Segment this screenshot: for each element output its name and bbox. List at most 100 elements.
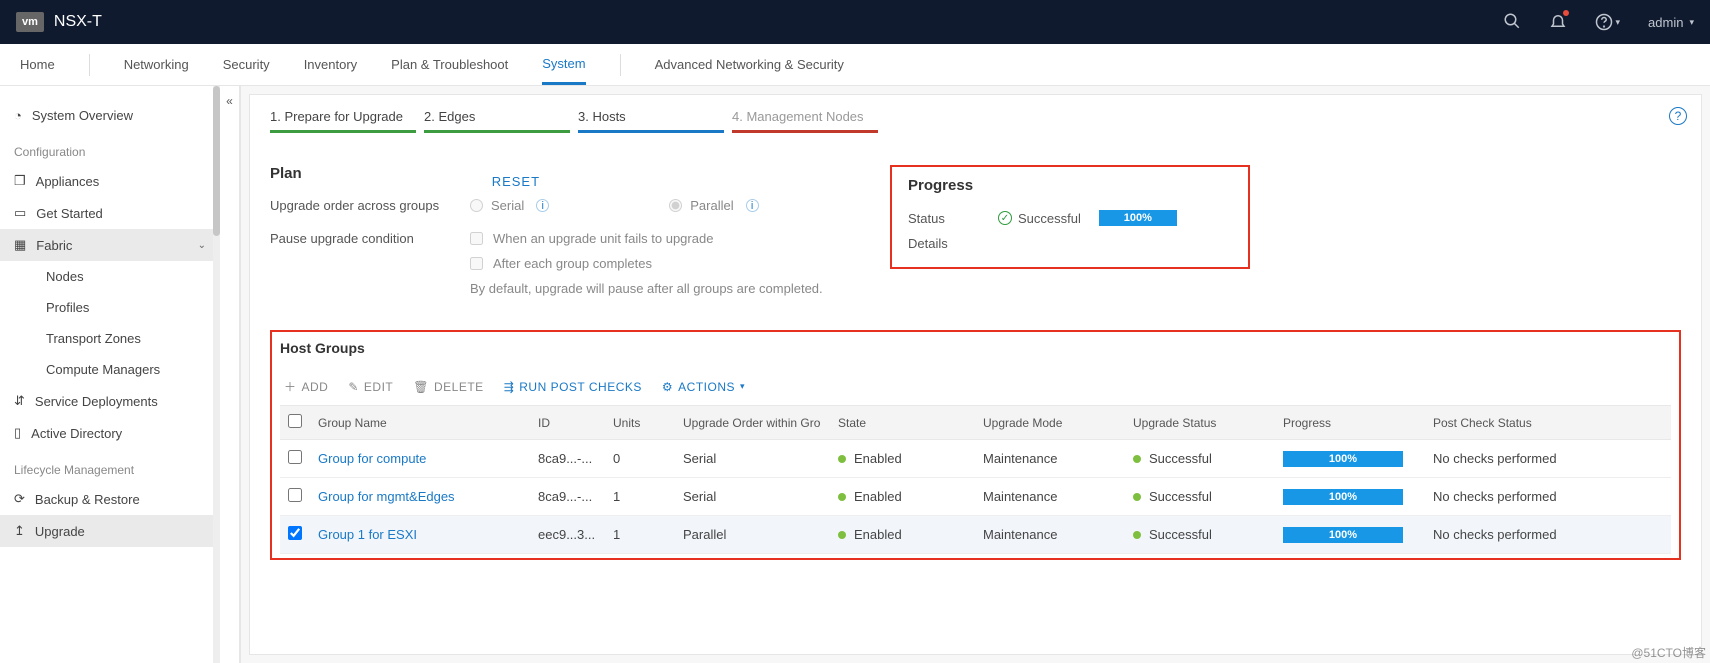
radio-parallel[interactable]: Parallel i <box>669 198 758 213</box>
cell-id: 8ca9...-... <box>530 478 605 516</box>
sidebar-item-label: Profiles <box>46 300 89 315</box>
sidebar-item-label: Nodes <box>46 269 84 284</box>
cell-progress: 100% <box>1275 440 1425 478</box>
run-post-checks-button[interactable]: ⇶RUN POST CHECKS <box>504 380 642 394</box>
col-upgrade-status: Upgrade Status <box>1125 406 1275 440</box>
table-row[interactable]: Group for mgmt&Edges8ca9...-...1SerialEn… <box>280 478 1671 516</box>
checkbox-unit-fails[interactable]: When an upgrade unit fails to upgrade <box>470 231 823 246</box>
details-label: Details <box>908 236 998 251</box>
status-dot-icon <box>1133 531 1141 539</box>
actions-menu[interactable]: ⚙ACTIONS▾ <box>662 380 745 394</box>
reset-button[interactable]: RESET <box>492 174 540 189</box>
plan-title: Plan <box>270 165 302 182</box>
cell-mode: Maintenance <box>975 516 1125 554</box>
sidebar-item-appliances[interactable]: ❒ Appliances <box>0 165 220 197</box>
top-bar: vm NSX-T ▾ admin ▾ <box>0 0 1710 44</box>
select-all-checkbox[interactable] <box>288 414 302 428</box>
cell-units: 1 <box>605 516 675 554</box>
tab-system[interactable]: System <box>542 45 585 85</box>
cell-units: 1 <box>605 478 675 516</box>
progress-title: Progress <box>908 177 1232 194</box>
sidebar-scrollbar-thumb[interactable] <box>213 86 220 236</box>
cell-upgrade-status: Successful <box>1125 478 1275 516</box>
sidebar-item-get-started[interactable]: ▭ Get Started <box>0 197 220 229</box>
radio-label: Parallel <box>690 198 733 213</box>
cell-group-name[interactable]: Group for compute <box>310 440 530 478</box>
plan-section: Plan RESET Upgrade order across groups S… <box>270 165 880 314</box>
sidebar-item-transport-zones[interactable]: Transport Zones <box>0 323 220 354</box>
tab-networking[interactable]: Networking <box>124 46 189 83</box>
sidebar-item-label: System Overview <box>32 108 133 123</box>
check-icon: ⇶ <box>504 380 515 394</box>
status-dot-icon <box>838 493 846 501</box>
upgrade-icon: ↥ <box>14 523 25 539</box>
cell-state: Enabled <box>830 440 975 478</box>
host-groups-toolbar: ＋ADD ✎EDIT 🗑DELETE ⇶RUN POST CHECKS ⚙ACT… <box>280 372 1671 405</box>
row-checkbox[interactable] <box>288 450 302 464</box>
cell-upgrade-status: Successful <box>1125 440 1275 478</box>
cell-group-name[interactable]: Group 1 for ESXI <box>310 516 530 554</box>
checkbox-label: When an upgrade unit fails to upgrade <box>493 231 713 246</box>
tab-home[interactable]: Home <box>20 46 55 83</box>
cell-post-check: No checks performed <box>1425 440 1671 478</box>
col-group-name: Group Name <box>310 406 530 440</box>
trash-icon: 🗑 <box>413 380 429 394</box>
sidebar-item-compute-managers[interactable]: Compute Managers <box>0 354 220 385</box>
radio-serial[interactable]: Seriali <box>470 198 549 213</box>
row-checkbox[interactable] <box>288 526 302 540</box>
table-row[interactable]: Group for compute8ca9...-...0SerialEnabl… <box>280 440 1671 478</box>
cell-state: Enabled <box>830 478 975 516</box>
sidebar-item-fabric[interactable]: ▦ Fabric ⌄ <box>0 229 220 261</box>
tab-plan-troubleshoot[interactable]: Plan & Troubleshoot <box>391 46 508 83</box>
delete-button[interactable]: 🗑DELETE <box>413 380 483 394</box>
chevron-down-icon: ⌄ <box>198 240 206 251</box>
sidebar-item-profiles[interactable]: Profiles <box>0 292 220 323</box>
cell-id: eec9...3... <box>530 516 605 554</box>
context-help-icon[interactable]: ? <box>1669 107 1687 125</box>
help-icon[interactable]: ▾ <box>1595 13 1621 31</box>
sidebar-item-label: Compute Managers <box>46 362 160 377</box>
pencil-icon: ✎ <box>348 380 359 394</box>
tab-advanced-networking[interactable]: Advanced Networking & Security <box>655 46 844 83</box>
edit-button[interactable]: ✎EDIT <box>348 380 393 394</box>
box-icon: ❒ <box>14 173 26 189</box>
step-label: 1. Prepare for Upgrade <box>270 109 403 124</box>
status-value: Successful <box>1018 211 1081 226</box>
row-checkbox[interactable] <box>288 488 302 502</box>
cell-group-name[interactable]: Group for mgmt&Edges <box>310 478 530 516</box>
watermark: @51CTO博客 <box>1631 644 1706 661</box>
add-button[interactable]: ＋ADD <box>284 378 328 395</box>
step-hosts[interactable]: 3. Hosts <box>578 109 724 139</box>
step-edges[interactable]: 2. Edges <box>424 109 570 139</box>
tab-security[interactable]: Security <box>223 46 270 83</box>
info-icon[interactable]: i <box>536 199 549 212</box>
step-management-nodes[interactable]: 4. Management Nodes <box>732 109 878 139</box>
checkbox-group-complete[interactable]: After each group completes <box>470 256 823 271</box>
upgrade-steps: 1. Prepare for Upgrade 2. Edges 3. Hosts… <box>270 109 1681 139</box>
cell-progress: 100% <box>1275 516 1425 554</box>
sidebar-item-upgrade[interactable]: ↥ Upgrade <box>0 515 220 547</box>
sidebar-item-nodes[interactable]: Nodes <box>0 261 220 292</box>
info-icon[interactable]: i <box>746 199 759 212</box>
sidebar-item-active-directory[interactable]: ▯ Active Directory <box>0 417 220 449</box>
book-icon: ▯ <box>14 425 21 441</box>
col-upgrade-mode: Upgrade Mode <box>975 406 1125 440</box>
bell-icon[interactable] <box>1549 12 1567 33</box>
sidebar-item-overview[interactable]: ◔ System Overview <box>0 100 220 131</box>
progress-bar: 100% <box>1283 451 1403 467</box>
table-row[interactable]: Group 1 for ESXIeec9...3...1ParallelEnab… <box>280 516 1671 554</box>
deploy-icon: ⇵ <box>14 393 25 409</box>
pause-condition-label: Pause upgrade condition <box>270 231 470 246</box>
tab-inventory[interactable]: Inventory <box>304 46 357 83</box>
user-menu[interactable]: admin ▾ <box>1648 15 1694 30</box>
sidebar-item-service-deployments[interactable]: ⇵ Service Deployments <box>0 385 220 417</box>
sidebar-item-backup-restore[interactable]: ⟳ Backup & Restore <box>0 483 220 515</box>
upgrade-order-label: Upgrade order across groups <box>270 198 470 213</box>
step-prepare[interactable]: 1. Prepare for Upgrade <box>270 109 416 139</box>
user-name: admin <box>1648 15 1683 30</box>
search-icon[interactable] <box>1503 12 1521 33</box>
chevron-down-icon: ▾ <box>740 381 745 392</box>
progress-bar: 100% <box>1099 210 1177 226</box>
sidebar-collapse-handle[interactable]: « <box>220 86 240 663</box>
main-panel: ? 1. Prepare for Upgrade 2. Edges 3. Hos… <box>249 94 1702 655</box>
